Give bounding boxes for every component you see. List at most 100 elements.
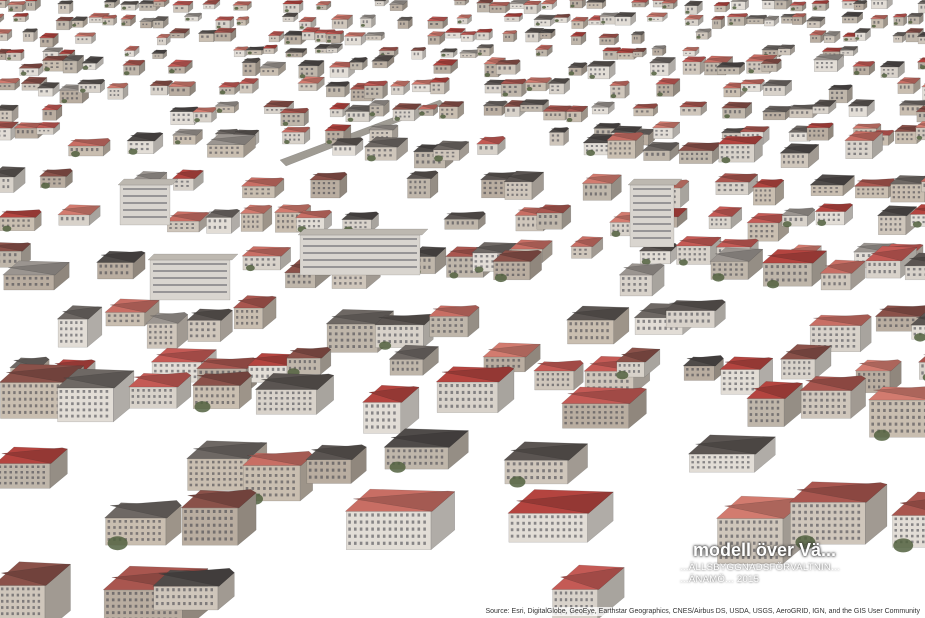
building <box>205 133 257 158</box>
building <box>779 344 832 380</box>
building <box>631 47 647 58</box>
building <box>906 12 924 25</box>
building <box>503 441 589 488</box>
building <box>552 13 571 24</box>
building <box>707 206 743 230</box>
building <box>443 211 486 230</box>
building <box>812 53 845 73</box>
building <box>569 236 604 259</box>
map-3d-scene[interactable]: modell över Vä... ...ÄLLSBYGGNADSFÖRVALT… <box>0 0 925 618</box>
building <box>772 0 793 10</box>
building <box>814 203 854 226</box>
building <box>73 32 97 44</box>
building <box>641 141 680 162</box>
building <box>739 78 765 93</box>
building <box>254 373 335 415</box>
building <box>523 77 553 92</box>
building <box>343 32 367 46</box>
building <box>373 313 434 350</box>
building <box>344 488 456 551</box>
building <box>560 386 648 429</box>
building <box>896 77 921 95</box>
building <box>38 32 60 48</box>
building <box>853 178 897 199</box>
building <box>145 312 189 349</box>
building <box>66 137 111 158</box>
building <box>810 99 837 115</box>
building <box>681 56 707 75</box>
building <box>651 121 681 140</box>
building <box>916 57 925 70</box>
building <box>232 46 249 58</box>
building <box>76 78 106 94</box>
building <box>232 295 277 330</box>
building <box>297 59 325 79</box>
building <box>687 434 776 473</box>
building <box>0 13 5 23</box>
building <box>805 122 834 141</box>
building <box>0 446 69 489</box>
city-model-view[interactable] <box>0 0 925 618</box>
map-title: modell över Vä... <box>693 540 837 560</box>
building <box>106 82 129 100</box>
building <box>214 101 240 114</box>
building <box>694 28 712 40</box>
building <box>761 249 828 289</box>
building <box>284 47 308 58</box>
building-block <box>627 178 683 248</box>
building <box>261 44 278 55</box>
building <box>240 57 261 77</box>
building <box>597 33 620 46</box>
building <box>660 0 678 10</box>
building <box>167 81 197 97</box>
building <box>0 77 21 91</box>
building <box>725 13 749 27</box>
building <box>431 140 470 162</box>
building <box>808 29 827 44</box>
building <box>165 211 210 233</box>
building <box>568 0 586 9</box>
building <box>240 177 285 199</box>
building <box>383 428 470 473</box>
building <box>590 101 615 115</box>
building <box>405 170 439 199</box>
building <box>745 14 768 25</box>
building <box>180 489 257 546</box>
building <box>920 83 925 101</box>
building <box>201 0 221 10</box>
building <box>869 14 889 29</box>
building <box>103 500 182 551</box>
building <box>21 28 39 42</box>
building <box>534 44 553 57</box>
building <box>239 204 273 233</box>
building <box>683 14 704 27</box>
building <box>363 31 385 41</box>
building <box>840 11 864 24</box>
building <box>914 121 925 141</box>
building <box>305 444 367 485</box>
building-block <box>297 228 429 276</box>
building <box>437 100 465 120</box>
building <box>358 14 377 28</box>
building <box>0 104 19 124</box>
building <box>678 101 708 116</box>
building <box>100 14 118 26</box>
building <box>805 16 826 29</box>
building <box>487 1 511 14</box>
building <box>296 76 326 92</box>
building <box>245 46 266 56</box>
building <box>499 78 527 98</box>
building <box>522 0 542 15</box>
building <box>18 63 44 77</box>
building <box>168 27 191 39</box>
building <box>373 0 389 7</box>
building <box>281 0 304 14</box>
building <box>567 62 588 76</box>
building <box>183 12 203 22</box>
building <box>121 59 146 76</box>
building <box>788 1 807 12</box>
building <box>819 259 866 291</box>
building <box>235 16 250 26</box>
building <box>569 16 589 30</box>
building <box>569 31 587 46</box>
